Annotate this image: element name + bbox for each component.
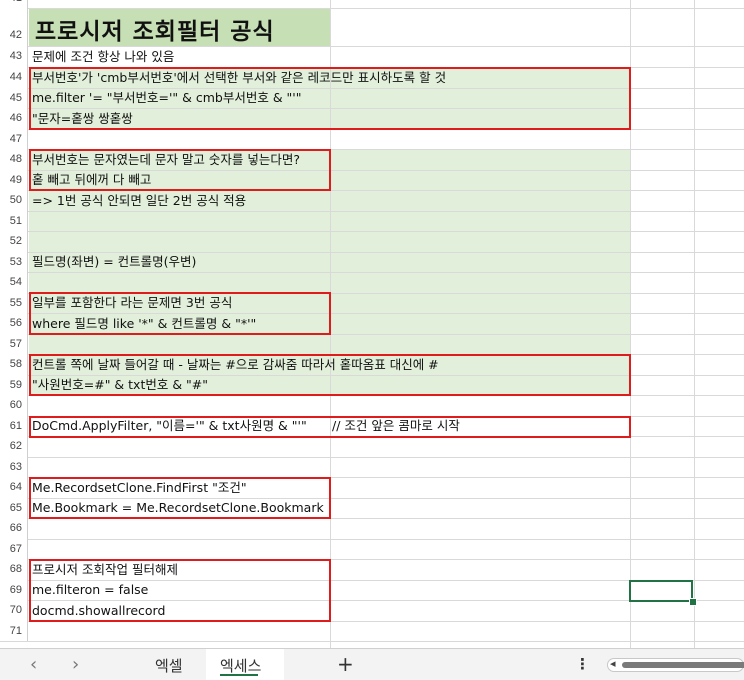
red-outline-box — [29, 477, 331, 519]
row-header[interactable]: 64 — [0, 477, 28, 498]
row-header[interactable]: 52 — [0, 231, 28, 252]
red-outline-box — [29, 416, 631, 438]
cell-text[interactable]: 필드명(좌변) = 컨트롤명(우변) — [32, 252, 196, 272]
row-header[interactable]: 46 — [0, 108, 28, 129]
row-divider — [0, 539, 744, 540]
row-header[interactable]: 70 — [0, 600, 28, 621]
row-header[interactable]: 49 — [0, 170, 28, 190]
row-header[interactable]: 56 — [0, 313, 28, 334]
row-header[interactable]: 71 — [0, 621, 28, 641]
row-header[interactable]: 42 — [0, 8, 28, 46]
row-header[interactable]: 53 — [0, 252, 28, 272]
row-header[interactable]: 68 — [0, 559, 28, 580]
column-divider — [694, 0, 695, 648]
selected-cell[interactable] — [629, 580, 693, 602]
row-header[interactable]: 51 — [0, 211, 28, 231]
red-outline-box — [29, 559, 331, 622]
cell-text[interactable]: 문제에 조건 항상 나와 있음 — [32, 46, 174, 67]
chevron-left-icon[interactable]: ‹ — [30, 654, 37, 675]
row-header[interactable]: 63 — [0, 457, 28, 477]
row-header[interactable]: 43 — [0, 46, 28, 67]
cell-text[interactable]: => 1번 공식 안되면 일단 2번 공식 적용 — [32, 190, 246, 211]
row-header[interactable]: 60 — [0, 395, 28, 416]
row-divider — [0, 211, 744, 212]
row-header[interactable]: 67 — [0, 539, 28, 559]
row-divider — [0, 641, 744, 642]
row-header[interactable]: 54 — [0, 272, 28, 293]
red-outline-box — [29, 67, 631, 130]
more-options-icon[interactable]: ⋮ — [575, 655, 590, 673]
tab-excel[interactable]: 엑셀 — [140, 649, 206, 680]
row-header[interactable]: 57 — [0, 334, 28, 354]
row-header[interactable]: 55 — [0, 293, 28, 313]
scrollbar-thumb[interactable] — [622, 662, 744, 668]
row-header[interactable]: 41 — [0, 0, 28, 8]
row-header[interactable]: 65 — [0, 498, 28, 518]
tab-label: 엑셀 — [155, 657, 183, 675]
horizontal-scrollbar[interactable]: ◂ — [607, 657, 744, 672]
scroll-left-icon[interactable]: ◂ — [610, 657, 616, 670]
row-header[interactable]: 62 — [0, 436, 28, 457]
row-header[interactable]: 48 — [0, 149, 28, 170]
row-header[interactable]: 59 — [0, 375, 28, 395]
row-divider — [0, 231, 744, 232]
tab-label: 엑세스 — [220, 657, 262, 675]
row-header[interactable]: 44 — [0, 67, 28, 88]
row-divider — [0, 272, 744, 273]
row-header[interactable]: 61 — [0, 416, 28, 436]
red-outline-box — [29, 149, 331, 191]
row-header[interactable]: 69 — [0, 580, 28, 600]
row-header[interactable]: 58 — [0, 354, 28, 375]
row-header[interactable]: 45 — [0, 88, 28, 108]
chevron-right-icon[interactable]: › — [72, 654, 79, 675]
page-title: 프로시저 조회필터 공식 — [35, 19, 275, 45]
red-outline-box — [29, 354, 631, 396]
row-header[interactable]: 47 — [0, 129, 28, 149]
add-sheet-button[interactable]: + — [337, 652, 354, 676]
fill-handle[interactable] — [689, 598, 697, 606]
row-header[interactable]: 66 — [0, 518, 28, 539]
spreadsheet-grid[interactable]: 프로시저 조회필터 공식 41 42 43 44 45 46 47 48 49 … — [0, 0, 744, 648]
red-outline-box — [29, 292, 331, 335]
row-divider — [0, 457, 744, 458]
row-header[interactable]: 50 — [0, 190, 28, 211]
sheet-tab-bar: ‹ › 엑셀 엑세스 + ⋮ ◂ — [0, 648, 744, 680]
tab-access[interactable]: 엑세스 — [206, 649, 284, 680]
title-cell[interactable]: 프로시저 조회필터 공식 — [29, 9, 330, 46]
active-tab-underline — [220, 674, 258, 676]
